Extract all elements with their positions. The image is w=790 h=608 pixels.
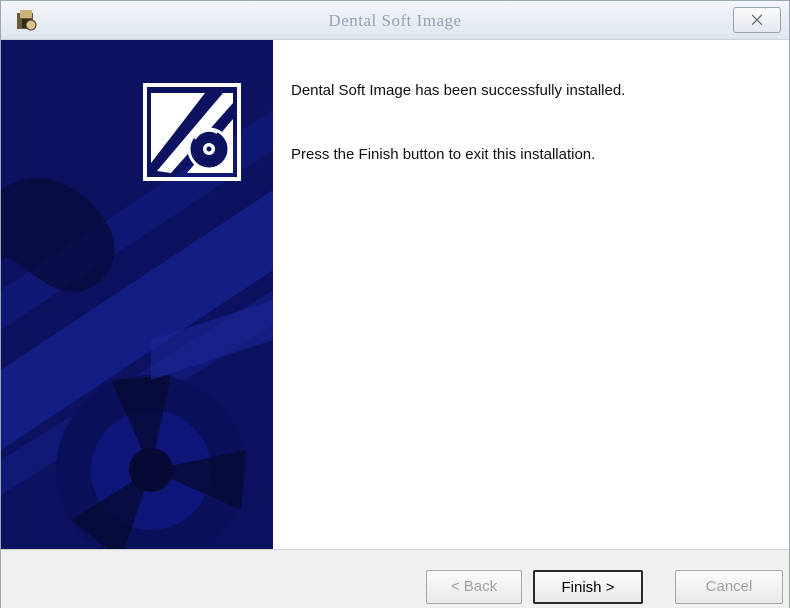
title-bar[interactable]: Dental Soft Image ⨉ <box>1 1 789 40</box>
cancel-button-label: Cancel <box>705 578 753 595</box>
close-button[interactable]: ⨉ <box>733 7 781 33</box>
installer-window: Dental Soft Image ⨉ Dental Soft Image ha… <box>0 0 790 608</box>
cancel-button[interactable]: Cancel <box>675 570 783 604</box>
button-bar: < Back Finish > Cancel <box>1 549 789 608</box>
finish-button[interactable]: Finish > <box>533 570 643 604</box>
finish-button-label: Finish > <box>561 579 615 596</box>
installer-disc-logo-icon <box>143 83 241 181</box>
back-button[interactable]: < Back <box>426 570 522 604</box>
close-icon: ⨉ <box>751 12 763 28</box>
content-panel: Dental Soft Image has been successfully … <box>273 40 789 549</box>
back-button-label: < Back <box>450 578 498 595</box>
window-title: Dental Soft Image <box>328 11 462 30</box>
finish-instruction: Press the Finish button to exit this ins… <box>291 146 596 163</box>
installed-message: Dental Soft Image has been successfully … <box>291 82 626 99</box>
installer-banner <box>1 40 273 549</box>
